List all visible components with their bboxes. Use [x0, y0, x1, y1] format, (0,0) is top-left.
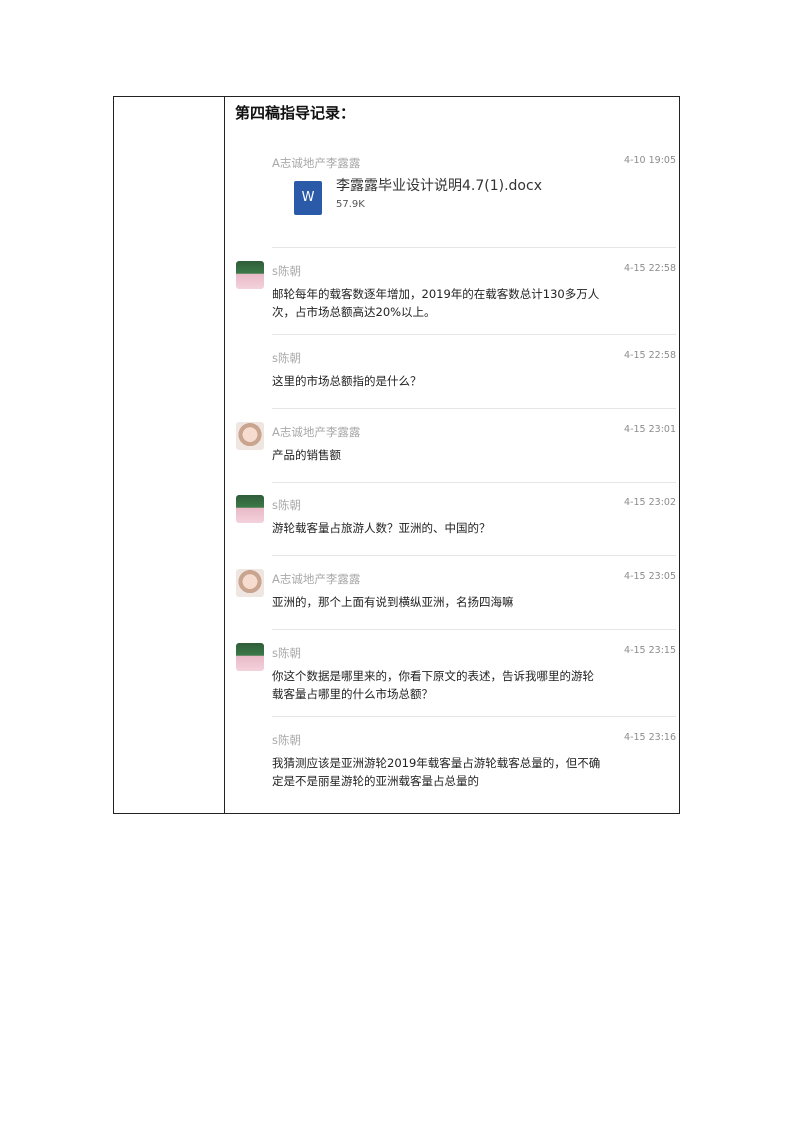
- message-time: 4-10 19:05: [624, 155, 676, 166]
- message-time: 4-15 22:58: [624, 263, 676, 274]
- message-sender: s陈朝: [272, 733, 301, 747]
- message-sender: s陈朝: [272, 498, 301, 512]
- message-sender: s陈朝: [272, 646, 301, 660]
- message-sender: s陈朝: [272, 351, 301, 365]
- message-time: 4-15 23:02: [624, 497, 676, 508]
- message-divider: [272, 334, 676, 335]
- message-text: 你这个数据是哪里来的，你看下原文的表述，告诉我哪里的游轮 载客量占哪里的什么市场…: [272, 669, 594, 701]
- chat-message-file: A志诚地产李露露 4-10 19:05 W 李露露毕业设计说明4.7(1).do…: [236, 155, 676, 225]
- word-file-icon[interactable]: W: [294, 181, 322, 215]
- avatar: [236, 495, 264, 523]
- message-time: 4-15 22:58: [624, 350, 676, 361]
- section-heading: 第四稿指导记录：: [235, 104, 356, 122]
- table-left-column: [114, 97, 225, 813]
- message-divider: [272, 629, 676, 630]
- message-sender: A志诚地产李露露: [272, 425, 361, 439]
- chat-message: s陈朝 4-15 23:16 我猜测应该是亚洲游轮2019年载客量占游轮载客总量…: [236, 732, 676, 792]
- file-size: 57.9K: [336, 199, 365, 210]
- message-sender: A志诚地产李露露: [272, 156, 361, 170]
- message-time: 4-15 23:05: [624, 571, 676, 582]
- message-divider: [272, 247, 676, 248]
- avatar: [236, 569, 264, 597]
- chat-message: A志诚地产李露露 4-15 23:05 亚洲的，那个上面有说到横纵亚洲，名扬四海…: [236, 569, 676, 616]
- message-text: 我猜测应该是亚洲游轮2019年载客量占游轮载客总量的，但不确 定是不是丽星游轮的…: [272, 756, 601, 788]
- chat-message: s陈朝 4-15 23:02 游轮载客量占旅游人数？亚洲的、中国的？: [236, 495, 676, 542]
- message-text: 游轮载客量占旅游人数？亚洲的、中国的？: [272, 521, 491, 535]
- chat-message: s陈朝 4-15 22:58 这里的市场总额指的是什么？: [236, 350, 676, 395]
- message-time: 4-15 23:16: [624, 732, 676, 743]
- record-table: 第四稿指导记录： A志诚地产李露露 4-10 19:05 W 李露露毕业设计说明…: [113, 96, 680, 814]
- chat-message: s陈朝 4-15 22:58 邮轮每年的载客数逐年增加，2019年的在载客数总计…: [236, 261, 676, 323]
- message-divider: [272, 482, 676, 483]
- message-sender: A志诚地产李露露: [272, 572, 361, 586]
- avatar: [236, 261, 264, 289]
- message-text: 邮轮每年的载客数逐年增加，2019年的在载客数总计130多万人 次，占市场总额高…: [272, 287, 600, 319]
- file-name[interactable]: 李露露毕业设计说明4.7(1).docx: [336, 175, 542, 195]
- message-text: 这里的市场总额指的是什么？: [272, 374, 422, 388]
- message-text: 亚洲的，那个上面有说到横纵亚洲，名扬四海嘛: [272, 595, 514, 609]
- message-text: 产品的销售额: [272, 448, 341, 462]
- message-sender: s陈朝: [272, 264, 301, 278]
- message-time: 4-15 23:01: [624, 424, 676, 435]
- table-right-column: 第四稿指导记录： A志诚地产李露露 4-10 19:05 W 李露露毕业设计说明…: [226, 97, 679, 813]
- message-divider: [272, 408, 676, 409]
- avatar: [236, 643, 264, 671]
- chat-message: s陈朝 4-15 23:15 你这个数据是哪里来的，你看下原文的表述，告诉我哪里…: [236, 643, 676, 705]
- message-time: 4-15 23:15: [624, 645, 676, 656]
- message-divider: [272, 716, 676, 717]
- message-divider: [272, 555, 676, 556]
- chat-message: A志诚地产李露露 4-15 23:01 产品的销售额: [236, 422, 676, 469]
- avatar: [236, 422, 264, 450]
